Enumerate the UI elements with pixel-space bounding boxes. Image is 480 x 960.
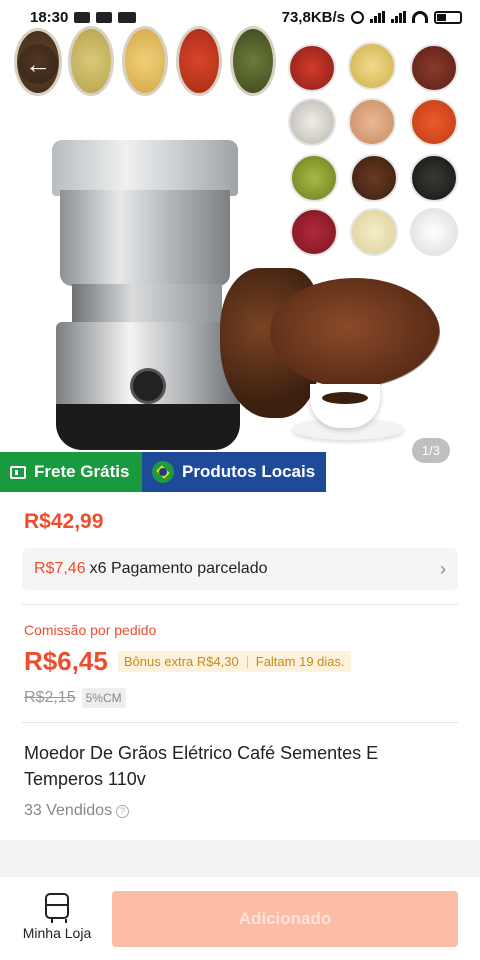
alarm-icon [351, 10, 364, 24]
local-products-label: Produtos Locais [182, 462, 316, 481]
seed-image [410, 208, 458, 256]
commission-row: R$6,45 Bônus extra R$4,30 Faltam 19 dias… [24, 646, 351, 677]
seed-image [348, 42, 396, 90]
added-button[interactable]: Adicionado [112, 891, 458, 947]
status-time: 18:30 [30, 8, 69, 26]
divider [22, 604, 458, 605]
battery-icon [434, 10, 462, 24]
seed-image [290, 208, 338, 256]
network-speed: 73,8KB/s [281, 8, 345, 26]
bonus-days: Faltam 19 dias. [255, 654, 345, 669]
seed-image [288, 44, 336, 92]
status-bar: 18:30 73,8KB/s [0, 0, 480, 34]
spice-bowl-image [230, 26, 276, 96]
divider [22, 722, 458, 723]
seed-image [410, 44, 458, 92]
signal-icon [391, 11, 406, 23]
product-title: Moedor De Grãos Elétrico Café Sementes E… [24, 743, 379, 789]
bonus-separator [246, 655, 248, 668]
badge-row: Frete Grátis Produtos Locais [0, 452, 326, 492]
installment-row[interactable]: R$7,46 x6 Pagamento parcelado › [22, 548, 458, 590]
spice-bowl-image [176, 26, 222, 96]
help-icon[interactable]: ? [116, 804, 130, 818]
my-store-button[interactable]: Minha Loja [12, 893, 102, 949]
spice-bowl-image [122, 26, 168, 96]
youtube-icon [96, 11, 113, 23]
coffee-powder-image [270, 278, 440, 388]
seed-image [348, 98, 396, 146]
signal-icon [370, 11, 385, 23]
bottom-action-bar: Minha Loja Adicionado [0, 876, 480, 960]
commission-value: R$6,45 [24, 646, 108, 676]
spice-bowl-image [68, 26, 114, 96]
image-counter: 1/3 [411, 438, 450, 463]
wifi-icon [412, 11, 428, 23]
arrow-left-icon: ← [25, 48, 51, 79]
seed-image [350, 208, 398, 256]
seed-image [350, 154, 398, 202]
old-commission-row: R$2,15 5%CM [24, 688, 126, 708]
installment-text: x6 Pagamento parcelado [89, 560, 268, 577]
brazil-flag-icon [152, 461, 174, 483]
old-commission: R$2,15 [24, 689, 76, 706]
seed-image [290, 154, 338, 202]
coffee-liquid-image [322, 392, 368, 404]
sold-count-row: 33 Vendidos ? [24, 802, 130, 820]
my-store-label: Minha Loja [22, 925, 92, 941]
commission-rate-badge: 5%CM [81, 688, 126, 708]
bonus-text: Bônus extra R$4,30 [123, 654, 239, 669]
product-info-card: R$42,99 R$7,46 x6 Pagamento parcelado › … [0, 492, 480, 840]
store-icon [45, 893, 69, 923]
youtube-icon [74, 11, 91, 23]
chevron-right-icon: › [440, 558, 446, 579]
commission-label: Comissão por pedido [24, 622, 157, 638]
sold-count: 33 Vendidos [24, 802, 113, 819]
shipping-icon [10, 465, 26, 479]
video-camera-icon [118, 11, 137, 23]
product-image-carousel[interactable]: ← 1/3 [0, 0, 480, 492]
bonus-tag: Bônus extra R$4,30 Faltam 19 dias. [117, 651, 351, 672]
free-shipping-badge: Frete Grátis [0, 452, 142, 492]
seed-image [410, 154, 458, 202]
seed-image [288, 98, 336, 146]
product-price: R$42,99 [24, 510, 104, 533]
local-products-badge: Produtos Locais [142, 452, 326, 492]
installment-amount: R$7,46 [34, 560, 86, 577]
back-button[interactable]: ← [18, 44, 58, 84]
seed-image [410, 98, 458, 146]
free-shipping-label: Frete Grátis [34, 462, 130, 481]
